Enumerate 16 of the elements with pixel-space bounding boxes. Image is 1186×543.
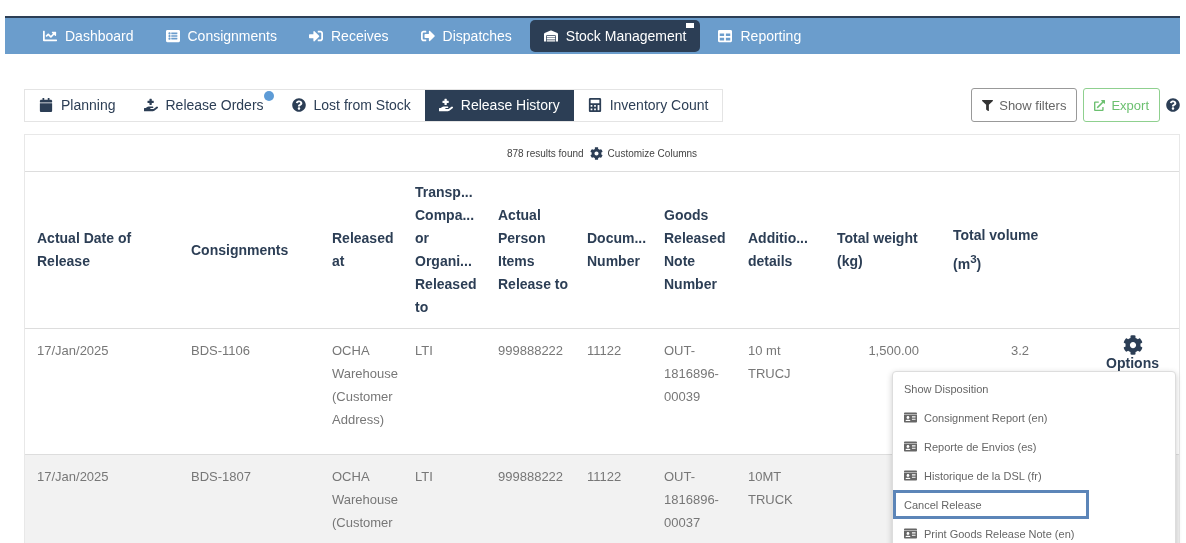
table-cell: 11122 (575, 455, 652, 543)
table-cell: BDS-1807 (179, 455, 320, 543)
table-cell: OCHA Warehouse (Customer (320, 455, 403, 543)
table-cell: OUT-1816896-00037 (652, 455, 736, 543)
tab[interactable]: Release History (424, 89, 574, 121)
table-cell: 17/Jan/2025 (25, 455, 179, 543)
nav-tab[interactable]: Stock Management (529, 20, 701, 52)
show-filters-button[interactable]: Show filters (971, 88, 1078, 122)
table-cell: LTI (403, 455, 486, 543)
menu-item[interactable]: Historique de la DSL (fr) (893, 461, 1175, 490)
menu-item[interactable]: Print Goods Release Note (en) (893, 519, 1175, 543)
results-count: 878 results found (506, 147, 584, 159)
options-button[interactable]: Options (1106, 335, 1159, 371)
table-cell: 10MT TRUCK (736, 455, 825, 543)
table-cell: 999888222 (486, 455, 575, 543)
menu-item[interactable]: Cancel Release (893, 490, 1089, 519)
